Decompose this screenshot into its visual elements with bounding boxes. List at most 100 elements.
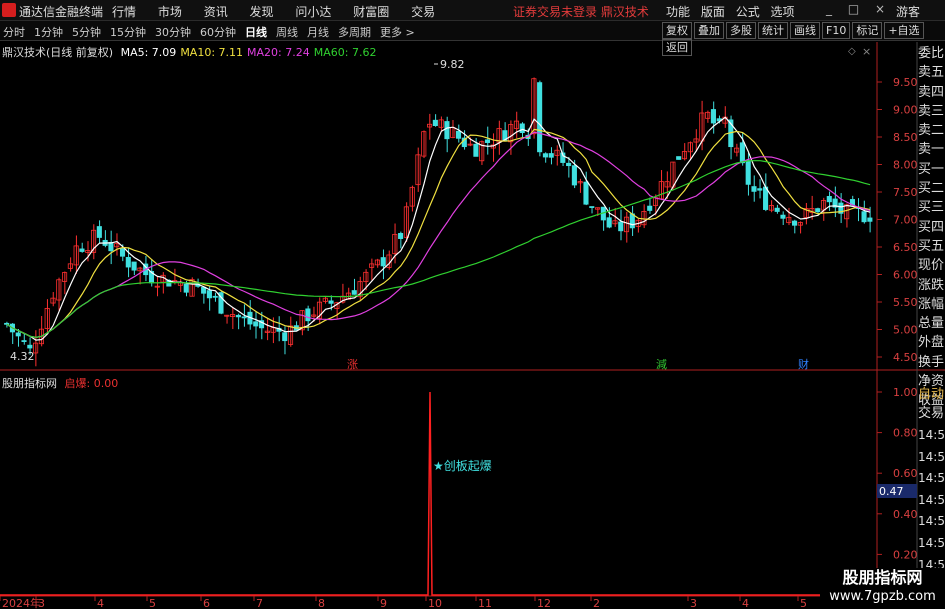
candle-body: [780, 214, 786, 219]
candle-body: [15, 332, 21, 337]
candle-body: [444, 121, 450, 140]
candle-body: [537, 82, 543, 153]
x-tick-label: 8: [318, 597, 325, 609]
candle-body: [791, 220, 798, 226]
diamond-icon: ◇: [848, 46, 856, 57]
x-tick-label: 10: [428, 597, 442, 609]
order-book-row: 卖三: [918, 103, 945, 119]
candle-body: [739, 142, 745, 164]
x-tick-label: 4: [97, 597, 104, 609]
y-tick-label: 8.00: [893, 159, 918, 172]
candle-body: [589, 206, 595, 208]
event-marker: 财: [798, 357, 809, 371]
candle-body: [455, 130, 462, 139]
candle-body: [867, 217, 873, 222]
order-book-row: 总量: [918, 316, 945, 332]
candle-body: [571, 165, 577, 186]
low-label: 4.32: [10, 350, 35, 363]
candle-body: [676, 156, 682, 160]
candle-body: [757, 188, 763, 191]
candle-body: [380, 257, 386, 267]
candle-body: [21, 340, 27, 342]
order-book-row: 卖一: [918, 142, 945, 158]
auto-label[interactable]: 自动: [918, 385, 945, 404]
candle-body: [96, 226, 102, 238]
watermark-title: 股朋指标网: [842, 568, 923, 587]
indicator-y-label: 0.80: [893, 427, 918, 440]
x-tick-label: 11: [478, 597, 492, 609]
watermark-url: www.7gpzb.com: [829, 589, 936, 604]
candle-body: [241, 316, 247, 319]
candle-body: [826, 196, 832, 203]
candle-body: [253, 321, 259, 327]
app-window: 通达信金融终端 行情 市场 资讯 发现 问小达 财富圈 交易 证券交易未登录 鼎…: [0, 0, 945, 609]
candle-body: [351, 290, 357, 295]
y-tick-label: 7.50: [893, 186, 918, 199]
candle-body: [566, 162, 572, 167]
event-marker: 減: [656, 357, 667, 371]
order-book-row: 涨幅: [918, 296, 945, 312]
x-tick-label: 2: [593, 597, 600, 609]
candle-body: [751, 186, 757, 192]
candle-body: [183, 283, 189, 293]
order-book-row: 卖五: [918, 65, 945, 81]
time-label: 14:56: [918, 428, 945, 442]
candle-body: [201, 286, 207, 294]
x-tick-label: 4: [742, 597, 749, 609]
y-tick-label: 9.50: [893, 76, 918, 89]
order-book-row: 买五: [918, 238, 945, 254]
indicator-value: 启爆: 0.00: [64, 377, 119, 390]
order-book-row: 买四: [918, 219, 945, 235]
x-tick-label: 9: [380, 597, 387, 609]
indicator-spike: [0, 391, 877, 596]
x-tick-label: 3: [690, 597, 697, 609]
candle-body: [305, 308, 311, 322]
high-label: 9.82: [440, 58, 465, 71]
candle-body: [774, 207, 780, 212]
candle-body: [583, 181, 589, 205]
candle-body: [542, 153, 548, 158]
current-value: 0.47: [879, 485, 904, 498]
x-tick-label: 6: [203, 597, 210, 609]
candle-body: [519, 123, 525, 134]
candle-body: [484, 139, 491, 143]
candle-body: [235, 314, 241, 318]
order-book-row: 卖四: [918, 84, 945, 100]
auto-trade-panel[interactable]: 自动 交易: [918, 385, 945, 423]
x-tick-label: 5: [800, 597, 807, 609]
x-tick-label: 5: [149, 597, 156, 609]
candle-body: [548, 153, 554, 158]
candle-body: [745, 160, 751, 185]
order-book-row: 卖二: [918, 123, 945, 139]
candle-body: [473, 143, 479, 157]
candle-body: [328, 300, 334, 304]
candle-body: [125, 256, 131, 268]
close-icon: ×: [862, 45, 871, 58]
trade-label[interactable]: 交易: [918, 404, 945, 423]
y-tick-label: 5.50: [893, 296, 918, 309]
candle-body: [119, 248, 126, 257]
y-tick-label: 6.50: [893, 241, 918, 254]
candle-body: [131, 261, 137, 271]
time-label: 14:56: [918, 535, 945, 550]
x-tick-label: 3: [38, 597, 45, 609]
time-label: 14:56: [918, 449, 945, 464]
candle-body: [212, 295, 218, 298]
y-tick-label: 4.50: [893, 351, 918, 364]
ma-line: [6, 160, 871, 339]
order-book-row: 买三: [918, 200, 945, 216]
y-tick-label: 7.00: [893, 214, 918, 227]
order-book-row: 外盘: [918, 335, 945, 351]
order-book-row: 现价: [918, 258, 945, 274]
order-book-row: 买一: [918, 161, 945, 177]
ma-line: [6, 131, 871, 339]
indicator-y-label: 0.40: [893, 508, 918, 521]
event-marker: 涨: [347, 358, 358, 371]
indicator-annotation: ★创板起爆: [433, 459, 492, 473]
candle-body: [815, 208, 821, 213]
y-tick-label: 8.50: [893, 131, 918, 144]
indicator-y-label: 0.20: [893, 548, 918, 561]
indicator-title: 股朋指标网: [2, 377, 57, 390]
order-book-row: 委比: [918, 46, 945, 61]
indicator-y-label: 1.00: [893, 386, 918, 399]
